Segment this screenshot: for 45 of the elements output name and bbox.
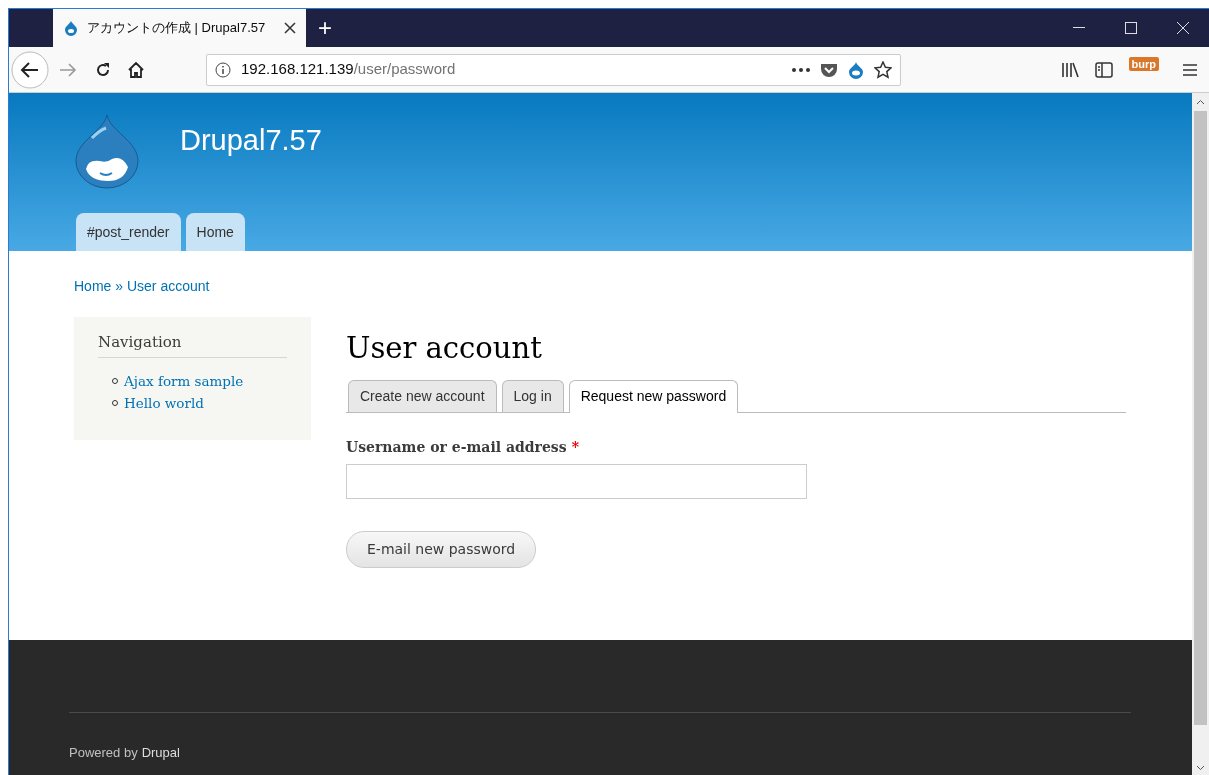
submit-button[interactable]: E-mail new password <box>346 530 537 568</box>
form-tab[interactable]: Log in <box>501 379 564 412</box>
forward-icon[interactable] <box>59 61 77 78</box>
scrollbar[interactable] <box>1192 93 1209 775</box>
url-path: /user/password <box>353 60 456 78</box>
maximize-icon[interactable] <box>1125 22 1137 34</box>
more-icon[interactable] <box>792 67 810 72</box>
scroll-up-icon[interactable] <box>1196 99 1205 105</box>
breadcrumb-link[interactable]: Home <box>74 278 112 294</box>
logo[interactable] <box>72 113 142 189</box>
sidebar-link[interactable]: Hello world <box>124 392 204 414</box>
block-title: Navigation <box>98 333 287 358</box>
address-bar[interactable]: 192.168.121.139/user/password <box>206 53 901 86</box>
drop-icon <box>63 20 79 36</box>
footer-link[interactable]: Drupal <box>141 742 180 762</box>
primary-tab[interactable]: Home <box>185 213 245 251</box>
site-name[interactable]: Drupal7.57 <box>180 119 322 163</box>
info-icon[interactable] <box>215 61 231 78</box>
sidebar-icon[interactable] <box>1094 61 1113 78</box>
star-icon[interactable] <box>874 60 892 79</box>
menu-icon[interactable] <box>1183 62 1197 77</box>
browser-tab[interactable]: アカウントの作成 | Drupal7.57 <box>53 9 306 47</box>
back-icon[interactable] <box>11 50 49 89</box>
field-label: Username or e-mail address <box>346 437 567 457</box>
form-tab[interactable]: Create new account <box>348 379 497 412</box>
home-icon[interactable] <box>128 61 144 78</box>
username-field[interactable] <box>346 463 807 499</box>
breadcrumb-separator: » <box>114 278 125 294</box>
footer-text: Powered by <box>69 743 138 762</box>
pocket-icon[interactable] <box>820 61 838 78</box>
drop-icon[interactable] <box>848 60 864 79</box>
required-mark: * <box>571 437 579 457</box>
close-icon[interactable] <box>284 22 296 34</box>
new-tab-button[interactable]: + <box>306 9 344 47</box>
sidebar-link[interactable]: Ajax form sample <box>124 370 244 392</box>
page-title: User account <box>346 331 543 366</box>
scroll-down-icon[interactable] <box>1196 765 1205 771</box>
reload-icon[interactable] <box>95 61 111 78</box>
library-icon[interactable] <box>1060 61 1079 78</box>
form-tab[interactable]: Request new password <box>568 379 739 413</box>
primary-tab[interactable]: #post_render <box>76 213 181 251</box>
tab-title: アカウントの作成 | Drupal7.57 <box>87 19 267 38</box>
breadcrumb-link[interactable]: User account <box>126 278 210 294</box>
minimize-icon[interactable] <box>1073 27 1085 29</box>
url-host: 192.168.121.139 <box>241 60 354 78</box>
